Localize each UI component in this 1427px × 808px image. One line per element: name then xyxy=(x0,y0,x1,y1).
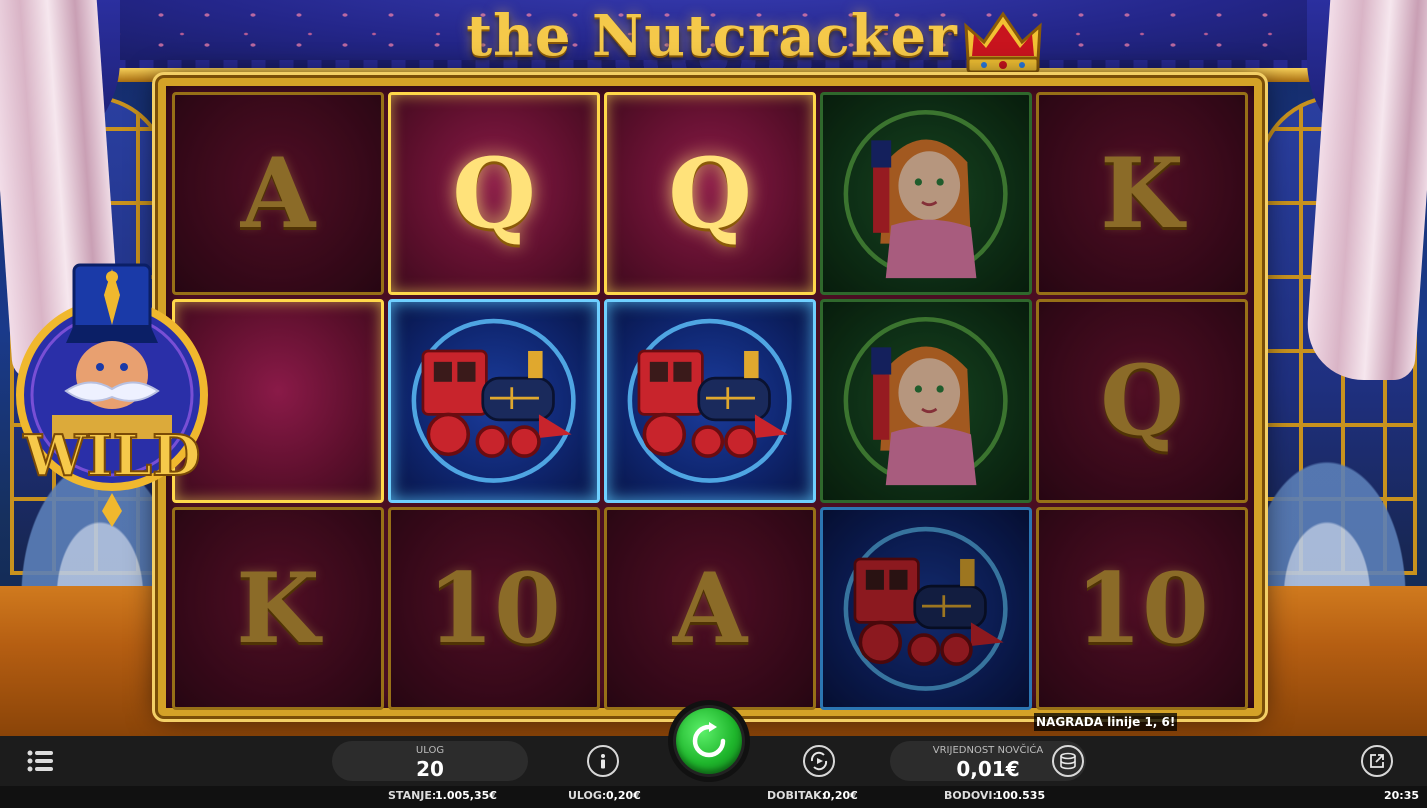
coins-button[interactable] xyxy=(1052,745,1084,777)
train-symbol-icon xyxy=(627,318,793,484)
bet-value: 20 xyxy=(416,757,444,781)
symbol-letter: Q xyxy=(452,137,536,251)
train-symbol-icon xyxy=(843,526,1009,691)
menu-icon[interactable] xyxy=(24,746,56,776)
status-bet-value: 0,20€ xyxy=(606,789,641,802)
game-logo: the Nutcracker xyxy=(372,0,1052,80)
clara-symbol-icon xyxy=(843,109,1009,278)
reel-cell: K xyxy=(172,506,384,710)
win-value: 0,20€ xyxy=(823,789,858,802)
balance-label: STANJE: xyxy=(388,789,437,802)
clara-symbol-icon xyxy=(843,317,1009,486)
symbol-letter: K xyxy=(1100,137,1184,251)
reel-cell xyxy=(604,299,816,503)
autoplay-button[interactable] xyxy=(803,745,835,777)
info-button[interactable] xyxy=(587,745,619,777)
reel-frame: A Q Q K Q K 10 A 10 xyxy=(158,78,1262,716)
reel-cell xyxy=(820,506,1032,710)
symbol-letter: Q xyxy=(1100,344,1184,458)
reel-cell: Q xyxy=(388,92,600,296)
reel-cell: K xyxy=(1036,92,1248,296)
crown-icon xyxy=(964,11,1042,74)
symbol-letter: K xyxy=(236,551,320,665)
wild-label: WILD xyxy=(22,423,200,489)
spin-icon xyxy=(692,722,726,758)
status-bar: STANJE: 1.005,35€ ULOG: 0,20€ DOBITAK: 0… xyxy=(0,786,1427,808)
info-icon xyxy=(601,754,605,769)
symbol-letter: 10 xyxy=(1075,551,1209,665)
reel-cell xyxy=(820,299,1032,503)
bet-selector[interactable]: ULOG 20 xyxy=(332,741,528,781)
symbol-letter: A xyxy=(672,551,748,665)
win-line-message: NAGRADA linije 1, 6! xyxy=(1034,713,1178,731)
status-bet-label: ULOG: xyxy=(568,789,607,802)
train-symbol-icon xyxy=(411,318,577,484)
external-link-button[interactable] xyxy=(1361,745,1393,777)
spin-button-face xyxy=(676,708,742,774)
reel-cell: A xyxy=(604,506,816,710)
reel-cell xyxy=(388,299,600,503)
reel-cell: 10 xyxy=(1036,506,1248,710)
reel-cell: 10 xyxy=(388,506,600,710)
balance-value: 1.005,35€ xyxy=(435,789,497,802)
wild-symbol: WILD xyxy=(12,255,212,535)
reel-cell: Q xyxy=(1036,299,1248,503)
nutcracker-wild-icon: WILD xyxy=(16,263,208,527)
reel-cell xyxy=(820,92,1032,296)
autoplay-icon xyxy=(810,751,828,771)
spin-button[interactable] xyxy=(668,700,750,782)
clock: 20:35 xyxy=(1383,789,1419,802)
win-label: DOBITAK: xyxy=(767,789,827,802)
game-title: the Nutcracker xyxy=(466,3,958,69)
points-value: 100.535 xyxy=(995,789,1046,802)
symbol-letter: 10 xyxy=(427,551,561,665)
points-label: BODOVI: xyxy=(944,789,997,802)
symbol-letter: A xyxy=(240,137,316,251)
reel-cell: Q xyxy=(604,92,816,296)
symbol-letter: Q xyxy=(668,137,752,251)
external-link-icon xyxy=(1370,754,1384,768)
coins-icon xyxy=(1060,752,1076,770)
bet-label: ULOG xyxy=(415,745,445,756)
reel-grid: A Q Q K Q K 10 A 10 xyxy=(172,92,1248,710)
